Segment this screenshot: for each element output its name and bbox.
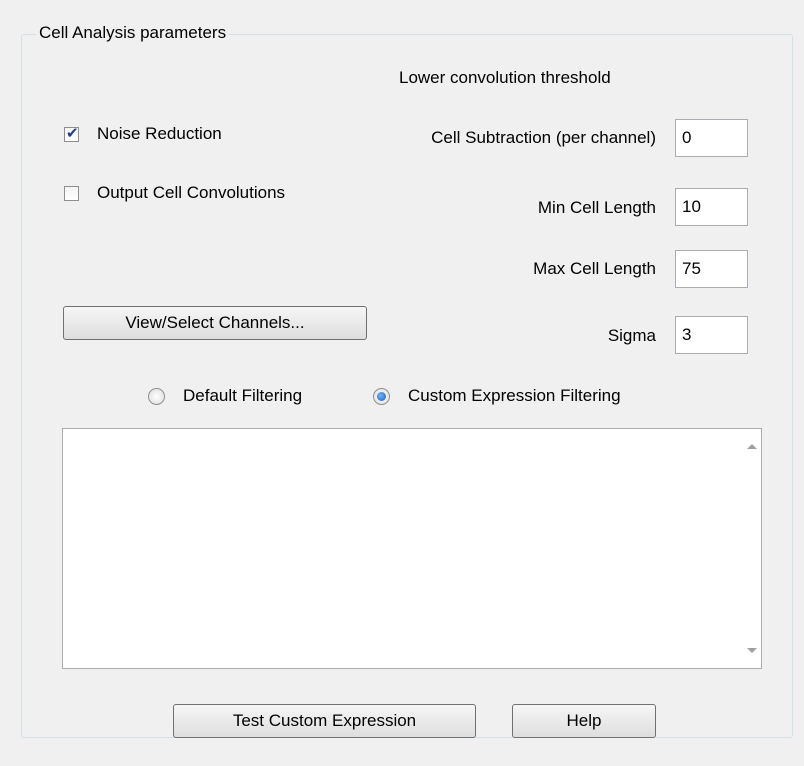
default-filtering-radio[interactable] [148, 388, 165, 405]
max-cell-length-label: Max Cell Length [533, 259, 656, 278]
cell-subtraction-input[interactable]: 0 [675, 119, 748, 157]
max-cell-length-input[interactable]: 75 [675, 250, 748, 288]
custom-expression-textarea[interactable] [62, 428, 762, 669]
min-cell-length-label: Min Cell Length [537, 198, 656, 217]
output-cell-convolutions-label[interactable]: Output Cell Convolutions [97, 182, 285, 204]
lower-convolution-threshold-label: Lower convolution threshold [399, 68, 611, 87]
output-cell-convolutions-checkbox[interactable] [64, 186, 79, 201]
vertical-scrollbar[interactable] [744, 429, 761, 668]
help-button[interactable]: Help [512, 704, 656, 738]
noise-reduction-checkbox[interactable]: ✔ [64, 125, 79, 142]
custom-expression-filtering-radio[interactable] [373, 388, 390, 405]
check-mark-icon: ✔ [66, 125, 79, 142]
group-title: Cell Analysis parameters [36, 23, 230, 43]
radio-selected-dot [377, 392, 386, 401]
default-filtering-label[interactable]: Default Filtering [183, 385, 302, 407]
sigma-label: Sigma [607, 326, 656, 345]
min-cell-length-input[interactable]: 10 [675, 188, 748, 226]
view-select-channels-button[interactable]: View/Select Channels... [63, 306, 367, 340]
scroll-up-arrow-icon[interactable] [747, 444, 757, 449]
custom-expression-filtering-label[interactable]: Custom Expression Filtering [408, 385, 621, 407]
scroll-down-arrow-icon[interactable] [747, 648, 757, 653]
test-custom-expression-button[interactable]: Test Custom Expression [173, 704, 476, 738]
custom-expression-text [63, 429, 761, 437]
cell-subtraction-label: Cell Subtraction (per channel) [431, 128, 656, 147]
noise-reduction-label[interactable]: Noise Reduction [97, 123, 222, 145]
sigma-input[interactable]: 3 [675, 316, 748, 354]
